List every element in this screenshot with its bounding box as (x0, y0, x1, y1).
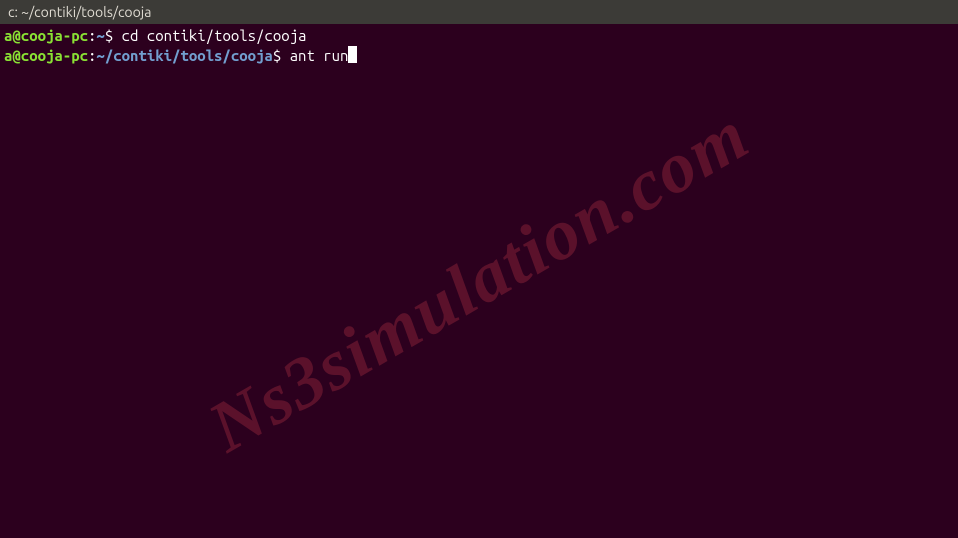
prompt-user-host: a@cooja-pc (4, 26, 88, 46)
window-title-bar: c: ~/contiki/tools/cooja (0, 0, 958, 24)
prompt-path: ~ (96, 26, 104, 46)
prompt-user-host: a@cooja-pc (4, 46, 88, 66)
window-title: c: ~/contiki/tools/cooja (8, 4, 151, 20)
prompt-dollar: $ (105, 26, 122, 46)
watermark-text: Ns3simulation.com (195, 93, 763, 469)
prompt-colon: : (88, 26, 96, 46)
prompt-path: ~/contiki/tools/cooja (96, 46, 272, 66)
terminal-line: a@cooja-pc:~$ cd contiki/tools/cooja (4, 26, 954, 46)
terminal-line: a@cooja-pc:~/contiki/tools/cooja$ ant ru… (4, 46, 954, 66)
command-text: ant run (290, 46, 349, 66)
prompt-colon: : (88, 46, 96, 66)
terminal-body[interactable]: a@cooja-pc:~$ cd contiki/tools/cooja a@c… (0, 24, 958, 538)
cursor-block (348, 46, 357, 63)
prompt-dollar: $ (273, 46, 290, 66)
command-text: cd contiki/tools/cooja (122, 26, 307, 46)
